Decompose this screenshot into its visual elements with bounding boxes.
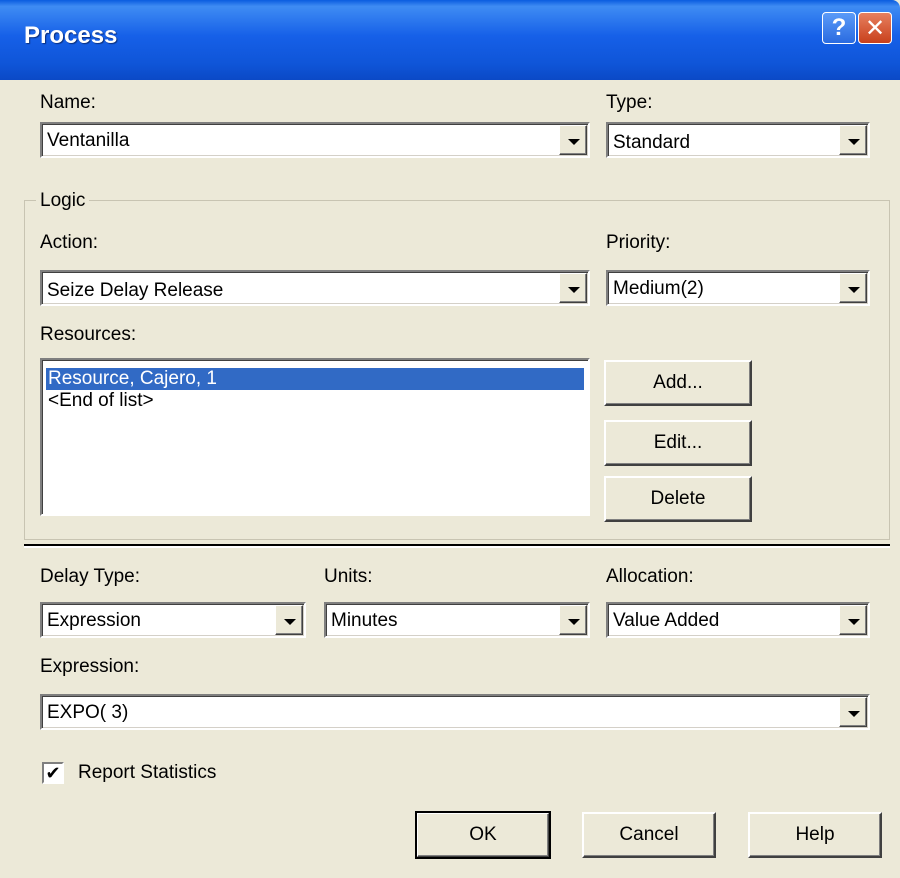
edit-button[interactable]: Edit... <box>604 420 752 466</box>
priority-label: Priority: <box>606 232 671 253</box>
help-icon[interactable]: ? <box>822 12 856 44</box>
chevron-down-icon[interactable] <box>839 697 867 727</box>
chevron-down-icon[interactable] <box>839 273 867 303</box>
list-item[interactable]: <End of list> <box>46 390 154 412</box>
type-value: Standard <box>613 132 691 153</box>
priority-combo[interactable]: Medium(2) <box>606 270 870 306</box>
delay-type-combo[interactable]: Expression <box>40 602 306 638</box>
action-value: Seize Delay Release <box>47 280 224 301</box>
report-statistics-label[interactable]: Report Statistics <box>78 762 216 784</box>
list-item[interactable]: Resource, Cajero, 1 <box>46 368 584 390</box>
cancel-button[interactable]: Cancel <box>582 812 716 858</box>
type-combo[interactable]: Standard <box>606 122 870 158</box>
delete-button[interactable]: Delete <box>604 476 752 522</box>
check-icon: ✔ <box>45 763 61 783</box>
action-label: Action: <box>40 232 99 253</box>
process-dialog: Process ? ✕ Name: Ventanilla Type: Stand… <box>0 0 900 878</box>
allocation-value: Value Added <box>613 610 720 631</box>
expression-label: Expression: <box>40 656 140 677</box>
chevron-down-icon[interactable] <box>275 605 303 635</box>
add-button[interactable]: Add... <box>604 360 752 406</box>
name-value: Ventanilla <box>47 130 130 151</box>
delay-type-label: Delay Type: <box>40 566 140 587</box>
help-button[interactable]: Help <box>748 812 882 858</box>
name-combo[interactable]: Ventanilla <box>40 122 590 158</box>
separator <box>24 544 890 548</box>
delete-button-label: Delete <box>650 488 706 509</box>
chevron-down-icon[interactable] <box>559 125 587 155</box>
window-title: Process <box>24 22 118 49</box>
priority-value: Medium(2) <box>613 278 704 299</box>
chevron-down-icon[interactable] <box>839 605 867 635</box>
ok-button-label: OK <box>469 824 497 845</box>
units-combo[interactable]: Minutes <box>324 602 590 638</box>
units-label: Units: <box>324 566 373 587</box>
report-statistics-checkbox[interactable]: ✔ <box>42 762 64 784</box>
allocation-combo[interactable]: Value Added <box>606 602 870 638</box>
ok-button[interactable]: OK <box>415 811 551 859</box>
expression-combo[interactable]: EXPO( 3) <box>40 694 870 730</box>
cancel-button-label: Cancel <box>619 824 679 845</box>
edit-button-label: Edit... <box>653 432 703 453</box>
chevron-down-icon[interactable] <box>559 605 587 635</box>
chevron-down-icon[interactable] <box>839 125 867 155</box>
delay-type-value: Expression <box>47 610 141 631</box>
logic-legend: Logic <box>36 190 90 212</box>
resources-listbox[interactable]: Resource, Cajero, 1 <End of list> <box>40 358 590 516</box>
title-bar[interactable]: Process ? ✕ <box>0 0 900 80</box>
add-button-label: Add... <box>653 372 703 393</box>
name-label: Name: <box>40 92 96 113</box>
chevron-down-icon[interactable] <box>559 273 587 303</box>
help-button-label: Help <box>795 824 835 845</box>
type-label: Type: <box>606 92 653 113</box>
action-combo[interactable]: Seize Delay Release <box>40 270 590 306</box>
close-icon[interactable]: ✕ <box>858 12 892 44</box>
resources-label: Resources: <box>40 324 137 345</box>
expression-value: EXPO( 3) <box>47 702 129 723</box>
allocation-label: Allocation: <box>606 566 694 587</box>
units-value: Minutes <box>331 610 398 631</box>
